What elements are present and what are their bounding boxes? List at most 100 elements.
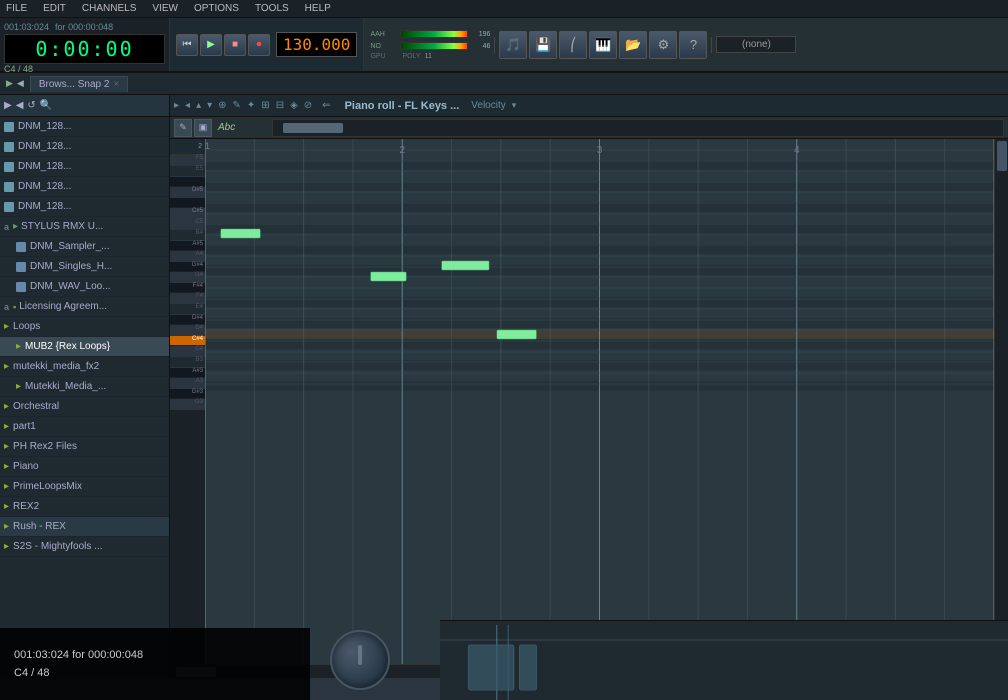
- scroll-thumb-h[interactable]: [283, 123, 343, 133]
- menu-help[interactable]: HELP: [303, 3, 333, 14]
- transport-record[interactable]: ⏺: [248, 34, 270, 56]
- browser-tab[interactable]: Brows... Snap 2 ×: [30, 76, 128, 92]
- piano-roll-icon5[interactable]: ⊟: [276, 100, 284, 111]
- sidebar-item-orchestral[interactable]: ▸ Orchestral: [0, 397, 169, 417]
- close-tab-icon[interactable]: ×: [113, 79, 119, 90]
- key-f4[interactable]: F#4: [170, 283, 205, 293]
- sidebar-item-dnm-wav[interactable]: DNM_WAV_Loo...: [0, 277, 169, 297]
- sidebar-item-dnm4[interactable]: DNM_128...: [0, 177, 169, 197]
- menu-options[interactable]: OPTIONS: [192, 3, 241, 14]
- piano-roll-collapse[interactable]: ◂: [185, 100, 190, 111]
- key-g4[interactable]: G#4: [170, 262, 205, 272]
- menu-channels[interactable]: CHANNELS: [80, 3, 138, 14]
- transport-stop[interactable]: ■: [224, 34, 246, 56]
- sidebar-item-dnm1[interactable]: DNM_128...: [0, 117, 169, 137]
- key-a4[interactable]: A#5: [170, 241, 205, 251]
- sidebar-item-dnm2[interactable]: DNM_128...: [0, 137, 169, 157]
- sidebar-item-loops[interactable]: ▸ Loops: [0, 317, 169, 337]
- sidebar-item-rush-rex[interactable]: ▸ Rush - REX: [0, 517, 169, 537]
- sidebar-search-icon[interactable]: 🔍: [40, 100, 52, 111]
- key-b4[interactable]: C5: [170, 219, 205, 230]
- key-ds4[interactable]: E4: [170, 304, 205, 315]
- piano-roll-icon2[interactable]: ✎: [233, 100, 241, 111]
- audio-file-icon: [16, 262, 26, 272]
- sidebar-item-stylus[interactable]: a ▸ STYLUS RMX U...: [0, 217, 169, 237]
- tool-settings[interactable]: ⚙: [649, 31, 677, 59]
- scroll-thumb-v[interactable]: [997, 141, 1007, 171]
- key-b3[interactable]: B3: [170, 357, 205, 368]
- tool-metronome[interactable]: 🎵: [499, 31, 527, 59]
- sidebar-item-dnm-sampler[interactable]: DNM_Sampler_...: [0, 237, 169, 257]
- sidebar-expand-icon[interactable]: ▶: [4, 100, 12, 111]
- key-e4[interactable]: F4: [170, 293, 205, 304]
- key-f5[interactable]: F5: [170, 155, 205, 166]
- piano-roll-icon4[interactable]: ⊞: [261, 100, 269, 111]
- sidebar-item-mutekki-media[interactable]: ▸ Mutekki_Media_...: [0, 377, 169, 397]
- key-cs5[interactable]: [170, 198, 205, 208]
- tool-browser[interactable]: 📂: [619, 31, 647, 59]
- velocity-label[interactable]: Velocity: [471, 100, 505, 111]
- piano-roll-expand[interactable]: ▸: [174, 100, 179, 111]
- sidebar-item-s2s[interactable]: ▸ S2S - Mightyfools ...: [0, 537, 169, 557]
- key-a3[interactable]: A3: [170, 378, 205, 389]
- key-cs4[interactable]: D4: [170, 325, 205, 336]
- piano-roll-down[interactable]: ▾: [207, 100, 212, 111]
- transport-play[interactable]: ▶: [200, 34, 222, 56]
- key-e5[interactable]: E5: [170, 166, 205, 177]
- key-d5[interactable]: D#5: [170, 187, 205, 198]
- none-selector[interactable]: (none): [716, 36, 796, 53]
- piano-grid[interactable]: 2 3 4 1: [205, 139, 994, 664]
- tool-select[interactable]: ▣: [194, 119, 212, 137]
- sidebar-item-dnm-singles[interactable]: DNM_Singles_H...: [0, 257, 169, 277]
- audio-file-icon: [4, 162, 14, 172]
- piano-roll-icon[interactable]: ⊕: [218, 100, 226, 111]
- sidebar-back-icon[interactable]: ◀: [16, 100, 24, 111]
- key-gs4[interactable]: A4: [170, 251, 205, 262]
- piano-roll-icon7[interactable]: ⊘: [304, 100, 312, 111]
- transport-prev[interactable]: ⏮: [176, 34, 198, 56]
- sidebar-item-rex2[interactable]: ▸ REX2: [0, 497, 169, 517]
- key-as4[interactable]: B4: [170, 230, 205, 241]
- key-ds5[interactable]: [170, 177, 205, 187]
- piano-roll-icon6[interactable]: ◈: [290, 100, 298, 111]
- sidebar-item-dnm5[interactable]: DNM_128...: [0, 197, 169, 217]
- key-as3[interactable]: A#3: [170, 368, 205, 378]
- key-c5[interactable]: C#5: [170, 208, 205, 219]
- key-gs3[interactable]: G#3: [170, 389, 205, 399]
- audio-file-icon: [4, 202, 14, 212]
- tool-help[interactable]: ?: [679, 31, 707, 59]
- menu-tools[interactable]: TOOLS: [253, 3, 291, 14]
- sidebar-item-mutekki-fx[interactable]: ▸ mutekki_media_fx2: [0, 357, 169, 377]
- transport-controls: ⏮ ▶ ■ ⏺ 130.000: [170, 18, 364, 71]
- sidebar-item-part1[interactable]: ▸ part1: [0, 417, 169, 437]
- key-g3[interactable]: G3: [170, 399, 205, 410]
- arrow-icon: ▸: [4, 321, 9, 332]
- scroll-vertical[interactable]: [994, 139, 1008, 664]
- folder-icon: ▸: [13, 221, 18, 232]
- key-d4[interactable]: D#4: [170, 315, 205, 325]
- menu-file[interactable]: FILE: [4, 3, 29, 14]
- key-c4-active[interactable]: C#4: [170, 336, 205, 346]
- piano-roll-icon3[interactable]: ✦: [247, 100, 255, 111]
- main-knob[interactable]: [330, 630, 390, 690]
- menu-edit[interactable]: EDIT: [41, 3, 68, 14]
- sidebar-item-licensing[interactable]: a ▪ Licensing Agreem...: [0, 297, 169, 317]
- sidebar-item-mub2[interactable]: ▸ MUB2 {Rex Loops}: [0, 337, 169, 357]
- sidebar-item-dnm3[interactable]: DNM_128...: [0, 157, 169, 177]
- menu-view[interactable]: VIEW: [150, 3, 180, 14]
- piano-roll-icon8[interactable]: ⇐: [322, 100, 330, 111]
- tool-mixer[interactable]: ⎛: [559, 31, 587, 59]
- sidebar-refresh-icon[interactable]: ↺: [27, 100, 35, 111]
- piano-roll-up[interactable]: ▴: [196, 100, 201, 111]
- velocity-dropdown[interactable]: ▾: [512, 100, 517, 111]
- key-c4[interactable]: C4: [170, 346, 205, 357]
- tool-piano[interactable]: 🎹: [589, 31, 617, 59]
- sidebar-item-primeloops[interactable]: ▸ PrimeLoopsMix: [0, 477, 169, 497]
- svg-text:4: 4: [794, 145, 800, 156]
- sidebar-item-piano[interactable]: ▸ Piano: [0, 457, 169, 477]
- sidebar-item-ph-rex2[interactable]: ▸ PH Rex2 Files: [0, 437, 169, 457]
- tool-pencil[interactable]: ✎: [174, 119, 192, 137]
- tool-save[interactable]: 💾: [529, 31, 557, 59]
- status-position: 001:03:024 for 000:00:048: [14, 649, 296, 661]
- key-fs4[interactable]: G4: [170, 272, 205, 283]
